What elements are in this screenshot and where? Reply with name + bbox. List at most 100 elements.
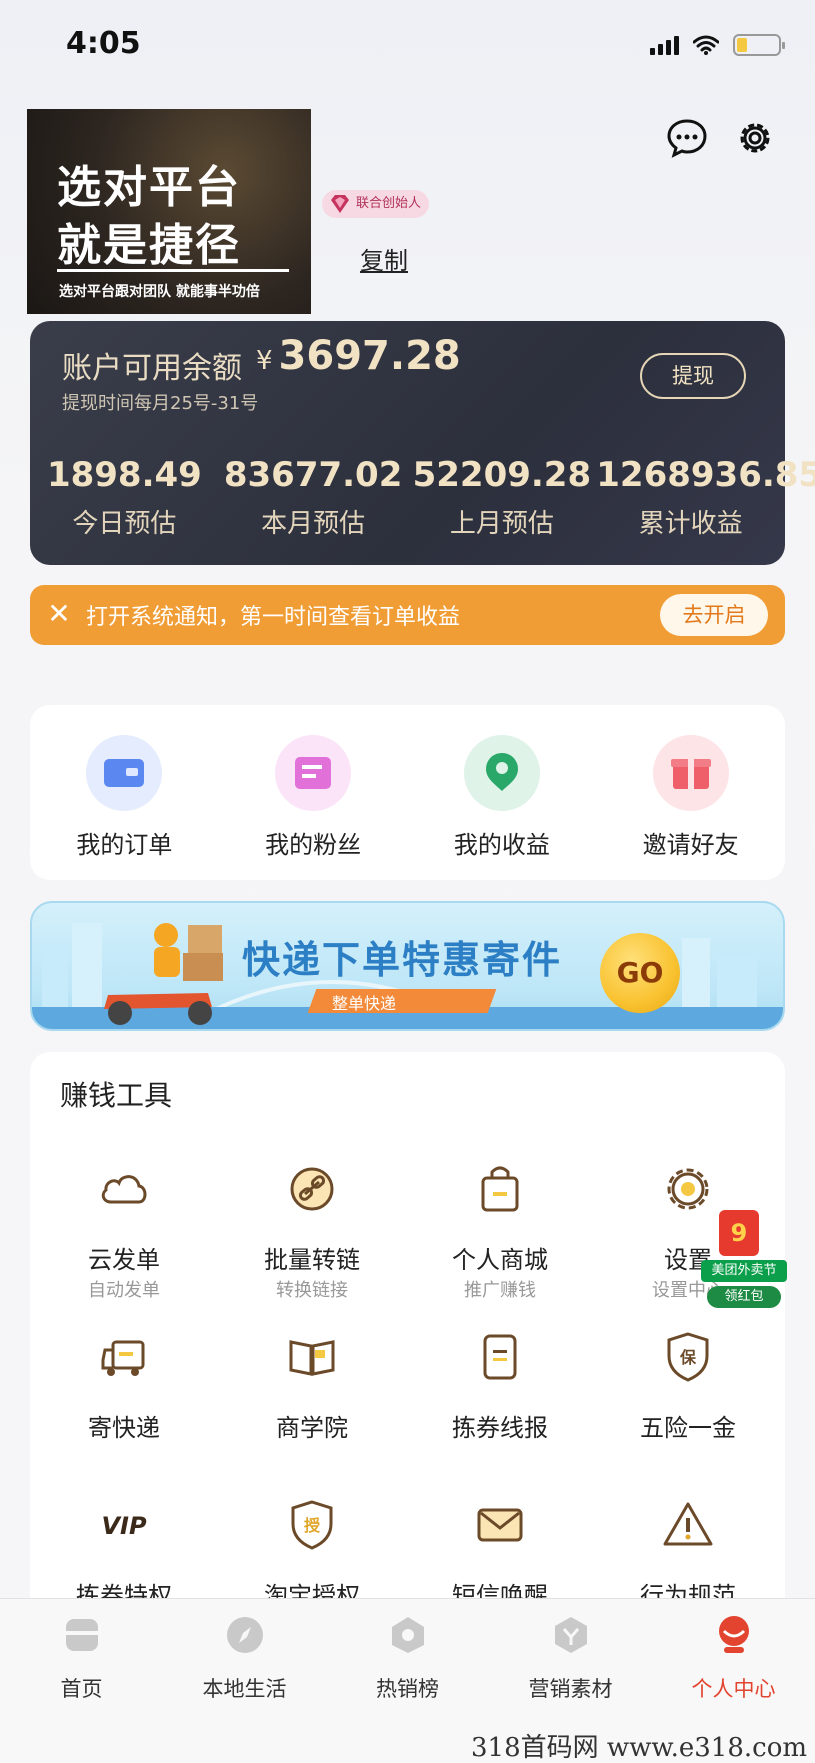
earnings-icon: [463, 735, 540, 811]
stat-value: 83677.02: [223, 455, 403, 495]
withdraw-note: 提现时间每月25号-31号: [62, 393, 259, 414]
promo-claim-button[interactable]: 领红包: [707, 1286, 781, 1308]
quick-label: 我的粉丝: [265, 831, 362, 859]
tab-label: 首页: [60, 1677, 103, 1701]
battery-icon: [733, 34, 785, 56]
shield-icon: 保: [667, 1332, 709, 1382]
stat-label: 本月预估: [261, 509, 366, 539]
express-promo-banner[interactable]: 快递下单特惠寄件 整单快递 GO: [30, 901, 785, 1031]
quick-actions: 我的订单 我的粉丝 我的收益 邀请好友: [30, 705, 785, 880]
express-ribbon-text: 整单快递: [332, 994, 397, 1013]
quick-my-fans[interactable]: 我的粉丝: [219, 705, 408, 880]
tab-label: 个人中心: [691, 1677, 776, 1701]
stat-total[interactable]: 1268936.85 累计收益: [596, 455, 815, 540]
svg-text:授: 授: [304, 1516, 321, 1535]
close-icon[interactable]: ✕: [44, 599, 74, 629]
settings-gear-icon[interactable]: [733, 116, 777, 160]
tools-heading: 赚钱工具: [60, 1079, 173, 1112]
balance-label: 账户可用余额: [62, 351, 242, 386]
stat-value: 52209.28: [412, 455, 592, 495]
tool-title: 个人商城: [452, 1246, 548, 1274]
banner-line1: 选对平台: [57, 162, 241, 213]
warning-icon: [663, 1502, 713, 1546]
profile-icon: [718, 1616, 749, 1653]
tab-label: 热销榜: [376, 1677, 439, 1701]
banner-divider: [57, 269, 289, 272]
fans-icon: [275, 735, 352, 811]
quick-my-earnings[interactable]: 我的收益: [408, 705, 597, 880]
promo-red-envelope-icon: 9: [719, 1210, 759, 1256]
tool-title: 云发单: [88, 1246, 160, 1274]
profile-page: 4:05 选对平台 就是捷径 选对平台跟对团队 就能事半功倍 联合创始人 复制: [0, 0, 815, 1763]
copy-button[interactable]: 复制: [360, 241, 408, 276]
tool-title: 五险一金: [640, 1414, 736, 1442]
tool-title: 商学院: [276, 1414, 348, 1442]
banner-line2: 就是捷径: [57, 220, 241, 271]
stat-value: 1268936.85: [596, 455, 815, 495]
tab-label: 营销素材: [528, 1677, 613, 1701]
status-bar: 4:05: [0, 0, 815, 100]
stat-this-month[interactable]: 83677.02 本月预估: [219, 455, 408, 540]
tab-label: 本地生活: [202, 1677, 287, 1701]
site-watermark: 318首码网 www.e318.com: [471, 1733, 807, 1763]
stat-label: 累计收益: [638, 509, 743, 539]
tool-subtitle: 自动发单: [88, 1280, 160, 1301]
truck-icon: [101, 1340, 145, 1376]
withdraw-button[interactable]: 提现: [640, 353, 746, 399]
cloud-icon: [101, 1175, 147, 1204]
mail-icon: [477, 1508, 523, 1542]
express-title: 快递下单特惠寄件: [242, 938, 563, 982]
tab-local-life[interactable]: 本地生活: [163, 1599, 326, 1763]
banner-line3: 选对平台跟对团队 就能事半功倍: [59, 284, 260, 300]
earnings-stats: 1898.49 今日预估 83677.02 本月预估 52209.28 上月预估…: [30, 455, 815, 540]
shopping-bag-icon: [481, 1166, 519, 1212]
meituan-promo-float[interactable]: 9 美团外卖节 领红包: [697, 1210, 787, 1310]
enable-notification-button[interactable]: 去开启: [660, 594, 768, 636]
material-icon: [554, 1617, 587, 1653]
tool-title: 寄快递: [88, 1414, 160, 1442]
quick-label: 我的收益: [453, 831, 550, 859]
balance-value: 3697.28: [278, 333, 461, 379]
tool-subtitle: 转换链接: [276, 1280, 348, 1301]
hot-icon: [391, 1617, 424, 1653]
tool-title: 批量转链: [264, 1246, 360, 1274]
courier-scooter-icon: [104, 923, 223, 1025]
balance-amount: ¥3697.28: [256, 333, 461, 379]
founder-badge: 联合创始人: [322, 190, 430, 218]
stat-label: 今日预估: [72, 509, 177, 539]
svg-text:VIP: VIP: [101, 1512, 147, 1540]
quick-label: 我的订单: [76, 831, 173, 859]
quick-invite-friends[interactable]: 邀请好友: [596, 705, 785, 880]
gear-icon: [667, 1168, 709, 1210]
signal-icon: [650, 35, 679, 55]
avatar-banner[interactable]: 选对平台 就是捷径 选对平台跟对团队 就能事半功倍: [27, 109, 311, 314]
wifi-icon: [693, 35, 719, 55]
tab-home[interactable]: 首页: [0, 1599, 163, 1763]
balance-card: 账户可用余额 ¥3697.28 提现时间每月25号-31号 提现 1898.49…: [30, 321, 815, 565]
tab-hot-list[interactable]: 热销榜: [326, 1599, 489, 1763]
stat-today[interactable]: 1898.49 今日预估: [30, 455, 219, 540]
quick-my-orders[interactable]: 我的订单: [30, 705, 219, 880]
authorize-icon: 授: [291, 1500, 333, 1550]
promo-tag: 美团外卖节: [701, 1260, 787, 1282]
message-icon[interactable]: [665, 116, 709, 160]
home-icon: [65, 1619, 98, 1651]
link-icon: [290, 1167, 334, 1211]
svg-text:保: 保: [679, 1348, 697, 1367]
diamond-icon: [331, 195, 349, 213]
quick-label: 邀请好友: [642, 831, 739, 859]
stat-last-month[interactable]: 52209.28 上月预估: [408, 455, 597, 540]
stat-label: 上月预估: [449, 509, 554, 539]
founder-badge-label: 联合创始人: [356, 196, 422, 211]
notification-banner: ✕ 打开系统通知，第一时间查看订单收益 去开启: [30, 585, 785, 645]
wallet-icon: [86, 735, 163, 811]
document-icon: [483, 1334, 517, 1380]
vip-icon: VIP: [101, 1512, 147, 1540]
status-time: 4:05: [66, 26, 141, 61]
gift-icon: [652, 735, 729, 811]
status-icons: [650, 34, 785, 56]
tool-subtitle: 推广赚钱: [464, 1280, 536, 1301]
currency-symbol: ¥: [256, 346, 273, 376]
compass-icon: [226, 1617, 263, 1653]
go-button[interactable]: GO: [600, 933, 680, 1013]
